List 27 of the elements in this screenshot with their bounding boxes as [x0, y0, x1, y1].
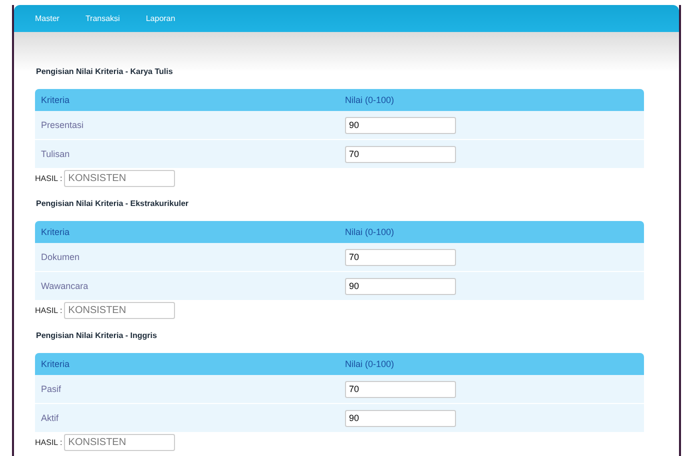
- column-header: Kriteria: [40, 227, 71, 237]
- column-header: Kriteria: [40, 95, 71, 105]
- criteria-label: Presentasi: [40, 120, 85, 130]
- score-field[interactable]: 90: [345, 116, 456, 134]
- criteria-label: Wawancara: [40, 281, 90, 291]
- section-title: Pengisian Nilai Kriteria - Inggris: [35, 330, 158, 342]
- score-field[interactable]: 70: [345, 380, 456, 398]
- column-header: Nilai (0-100): [345, 95, 394, 105]
- hasil-field[interactable]: KONSISTEN: [64, 302, 176, 319]
- criteria-label: Aktif: [40, 413, 60, 423]
- hasil-field[interactable]: KONSISTEN: [64, 170, 176, 187]
- score-field[interactable]: 90: [345, 278, 456, 294]
- score-field[interactable]: 70: [345, 248, 456, 266]
- column-header: Nilai (0-100): [345, 359, 394, 369]
- hasil-label: HASIL :: [35, 306, 62, 315]
- hasil-label: HASIL :: [35, 438, 62, 447]
- hasil-label: HASIL :: [35, 174, 62, 183]
- criteria-label: Pasif: [40, 384, 62, 394]
- hasil-field[interactable]: KONSISTEN: [64, 434, 176, 451]
- column-header: Nilai (0-100): [345, 227, 394, 237]
- score-field[interactable]: 70: [345, 146, 456, 162]
- column-header: Kriteria: [40, 359, 71, 369]
- section-title: Pengisian Nilai Kriteria - Karya Tulis: [35, 66, 174, 78]
- score-field[interactable]: 90: [345, 410, 456, 426]
- criteria-label: Dokumen: [40, 252, 81, 262]
- section-title: Pengisian Nilai Kriteria - Ekstrakurikuler: [35, 198, 190, 210]
- criteria-label: Tulisan: [40, 149, 71, 159]
